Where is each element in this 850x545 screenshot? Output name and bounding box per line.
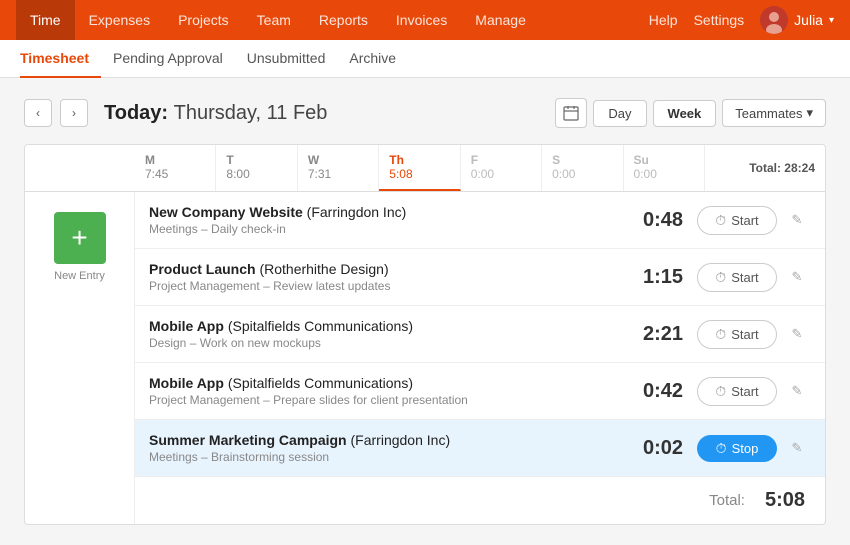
new-entry-col-header: [25, 145, 135, 191]
clock-icon: ⏱: [715, 269, 726, 286]
teammates-button[interactable]: Teammates ▾: [722, 99, 826, 127]
settings-link[interactable]: Settings: [694, 12, 745, 28]
total-row: Total: 5:08: [135, 477, 825, 524]
nav-items: Time Expenses Projects Team Reports Invo…: [16, 0, 649, 40]
entry-title: Summer Marketing Campaign (Farringdon In…: [149, 432, 623, 448]
entry-title: New Company Website (Farringdon Inc): [149, 204, 623, 220]
start-button[interactable]: ⏱ Start: [697, 206, 777, 235]
chevron-down-icon: ▾: [806, 105, 813, 121]
new-entry-button[interactable]: +: [54, 212, 106, 264]
day-col-S[interactable]: S 0:00: [542, 145, 623, 191]
stop-button[interactable]: ⏱ Stop: [697, 435, 777, 462]
entry-info: New Company Website (Farringdon Inc) Mee…: [149, 204, 623, 236]
entry-time: 2:21: [623, 323, 683, 346]
day-col-Su[interactable]: Su 0:00: [624, 145, 705, 191]
entry-info: Summer Marketing Campaign (Farringdon In…: [149, 432, 623, 464]
entry-info: Mobile App (Spitalfields Communications)…: [149, 375, 623, 407]
table-row: New Company Website (Farringdon Inc) Mee…: [135, 192, 825, 249]
stop-icon: ⏱: [716, 440, 727, 457]
table-row: Mobile App (Spitalfields Communications)…: [135, 363, 825, 420]
start-button[interactable]: ⏱ Start: [697, 320, 777, 349]
date-navigation: ‹ › Today: Thursday, 11 Feb: [24, 99, 327, 127]
entry-time: 0:42: [623, 380, 683, 403]
nav-team[interactable]: Team: [243, 0, 305, 40]
entry-time: 1:15: [623, 266, 683, 289]
nav-expenses[interactable]: Expenses: [75, 0, 164, 40]
edit-button[interactable]: ✎: [783, 377, 811, 405]
calendar-button[interactable]: [555, 98, 587, 128]
days-grid: M 7:45 T 8:00 W 7:31 Th 5:08 F 0:00: [135, 145, 705, 191]
day-col-W[interactable]: W 7:31: [298, 145, 379, 191]
date-header: ‹ › Today: Thursday, 11 Feb Day Week Tea…: [24, 98, 826, 128]
day-col-Th[interactable]: Th 5:08: [379, 145, 460, 191]
sub-navigation: Timesheet Pending Approval Unsubmitted A…: [0, 40, 850, 78]
entry-time: 0:48: [623, 209, 683, 232]
new-entry-label: New Entry: [54, 270, 105, 282]
avatar: [760, 6, 788, 34]
top-navigation: Time Expenses Projects Team Reports Invo…: [0, 0, 850, 40]
entry-title: Product Launch (Rotherhithe Design): [149, 261, 623, 277]
table-row: Mobile App (Spitalfields Communications)…: [135, 306, 825, 363]
entry-title: Mobile App (Spitalfields Communications): [149, 375, 623, 391]
entry-time: 0:02: [623, 437, 683, 460]
view-controls: Day Week Teammates ▾: [555, 98, 826, 128]
prev-day-button[interactable]: ‹: [24, 99, 52, 127]
day-col-F[interactable]: F 0:00: [461, 145, 542, 191]
entries-list: New Company Website (Farringdon Inc) Mee…: [135, 192, 825, 524]
entry-info: Mobile App (Spitalfields Communications)…: [149, 318, 623, 350]
date-title: Today: Thursday, 11 Feb: [104, 102, 327, 125]
help-link[interactable]: Help: [649, 12, 678, 28]
user-name: Julia: [794, 12, 823, 28]
clock-icon: ⏱: [715, 212, 726, 229]
nav-projects[interactable]: Projects: [164, 0, 243, 40]
nav-reports[interactable]: Reports: [305, 0, 382, 40]
entry-info: Product Launch (Rotherhithe Design) Proj…: [149, 261, 623, 293]
total-value: 5:08: [765, 489, 805, 512]
total-week: Total: 28:24: [705, 145, 825, 191]
edit-button[interactable]: ✎: [783, 206, 811, 234]
day-col-T[interactable]: T 8:00: [216, 145, 297, 191]
chevron-down-icon: ▾: [829, 15, 834, 26]
day-header-row: M 7:45 T 8:00 W 7:31 Th 5:08 F 0:00: [25, 145, 825, 192]
table-row: Product Launch (Rotherhithe Design) Proj…: [135, 249, 825, 306]
subnav-pending[interactable]: Pending Approval: [101, 40, 235, 78]
clock-icon: ⏱: [715, 383, 726, 400]
clock-icon: ⏱: [715, 326, 726, 343]
start-button[interactable]: ⏱ Start: [697, 377, 777, 406]
subnav-unsubmitted[interactable]: Unsubmitted: [235, 40, 338, 78]
timesheet-container: M 7:45 T 8:00 W 7:31 Th 5:08 F 0:00: [24, 144, 826, 525]
edit-button[interactable]: ✎: [783, 434, 811, 462]
subnav-timesheet[interactable]: Timesheet: [20, 40, 101, 78]
entry-subtitle: Meetings – Brainstorming session: [149, 450, 623, 464]
entry-subtitle: Project Management – Review latest updat…: [149, 279, 623, 293]
week-view-button[interactable]: Week: [653, 100, 717, 127]
main-content: ‹ › Today: Thursday, 11 Feb Day Week Tea…: [0, 78, 850, 545]
entry-title: Mobile App (Spitalfields Communications): [149, 318, 623, 334]
nav-manage[interactable]: Manage: [461, 0, 540, 40]
day-col-M[interactable]: M 7:45: [135, 145, 216, 191]
entry-subtitle: Project Management – Prepare slides for …: [149, 393, 623, 407]
entry-area: + New Entry New Company Website (Farring…: [25, 192, 825, 524]
nav-time[interactable]: Time: [16, 0, 75, 40]
entry-subtitle: Meetings – Daily check-in: [149, 222, 623, 236]
day-view-button[interactable]: Day: [593, 100, 646, 127]
nav-invoices[interactable]: Invoices: [382, 0, 461, 40]
table-row: Summer Marketing Campaign (Farringdon In…: [135, 420, 825, 477]
start-button[interactable]: ⏱ Start: [697, 263, 777, 292]
total-label: Total:: [709, 492, 745, 509]
edit-button[interactable]: ✎: [783, 320, 811, 348]
new-entry-sidebar: + New Entry: [25, 192, 135, 524]
next-day-button[interactable]: ›: [60, 99, 88, 127]
edit-button[interactable]: ✎: [783, 263, 811, 291]
calendar-icon: [563, 105, 579, 121]
nav-right: Help Settings Julia ▾: [649, 6, 834, 34]
subnav-archive[interactable]: Archive: [337, 40, 408, 78]
user-menu[interactable]: Julia ▾: [760, 6, 834, 34]
entry-subtitle: Design – Work on new mockups: [149, 336, 623, 350]
